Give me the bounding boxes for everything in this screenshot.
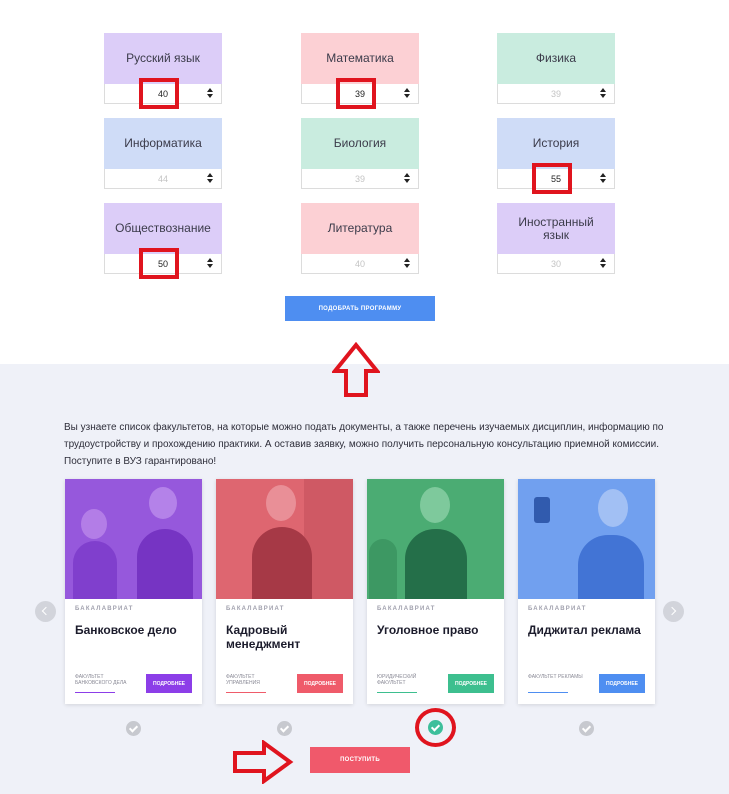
check-icon[interactable]	[579, 721, 594, 736]
spinner-arrows-icon[interactable]	[207, 173, 213, 184]
highlight-box	[139, 248, 179, 279]
subject-label: История	[497, 118, 615, 169]
subject-label: Математика	[301, 33, 419, 84]
faculty-underline	[377, 692, 417, 693]
subject-label: Литература	[301, 203, 419, 254]
program-title: Диджитал реклама	[528, 623, 641, 637]
program-card[interactable]: БАКАЛАВРИАТ Уголовное право ЮРИДИЧЕСКИЙ …	[367, 479, 504, 704]
spinner-arrows-icon[interactable]	[600, 173, 606, 184]
faculty-label: ФАКУЛЬТЕТ УПРАВЛЕНИЯ	[226, 674, 260, 686]
check-icon[interactable]	[277, 721, 292, 736]
details-button[interactable]: ПОДРОБНЕЕ	[297, 674, 343, 693]
faculty-label: ФАКУЛЬТЕТ РЕКЛАМЫ	[528, 674, 583, 680]
intro-text: Вы узнаете список факультетов, на которы…	[64, 422, 664, 467]
faculty-underline	[226, 692, 266, 693]
outline-arrow-icon	[332, 342, 380, 397]
score-input[interactable]: 39	[301, 169, 419, 189]
subject-label: Биология	[301, 118, 419, 169]
faculty-underline	[528, 692, 568, 693]
program-card[interactable]: БАКАЛАВРИАТ Диджитал реклама ФАКУЛЬТЕТ Р…	[518, 479, 655, 704]
outline-arrow-icon	[233, 740, 294, 784]
subject-label: Обществознание	[104, 203, 222, 254]
program-photo	[367, 479, 504, 599]
spinner-arrows-icon[interactable]	[600, 258, 606, 269]
program-card[interactable]: БАКАЛАВРИАТ Кадровый менеджмент ФАКУЛЬТЕ…	[216, 479, 353, 704]
score-input[interactable]: 30	[497, 254, 615, 274]
program-title: Кадровый менеджмент	[226, 623, 301, 651]
program-photo	[216, 479, 353, 599]
details-button[interactable]: ПОДРОБНЕЕ	[599, 674, 645, 693]
program-title: Банковское дело	[75, 623, 177, 637]
details-button[interactable]: ПОДРОБНЕЕ	[146, 674, 192, 693]
apply-button[interactable]: ПОСТУПИТЬ	[310, 747, 410, 773]
subject-card-foreign-language: Иностранный язык 30	[497, 203, 615, 274]
score-input[interactable]: 40	[301, 254, 419, 274]
program-photo	[65, 479, 202, 599]
spinner-arrows-icon[interactable]	[207, 88, 213, 99]
pick-program-button[interactable]: ПОДОБРАТЬ ПРОГРАММУ	[285, 296, 435, 321]
spinner-arrows-icon[interactable]	[404, 173, 410, 184]
highlight-box	[532, 163, 572, 194]
details-button[interactable]: ПОДРОБНЕЕ	[448, 674, 494, 693]
check-icon[interactable]	[126, 721, 141, 736]
program-level: БАКАЛАВРИАТ	[75, 606, 134, 612]
program-title: Уголовное право	[377, 623, 479, 637]
program-level: БАКАЛАВРИАТ	[528, 606, 587, 612]
subject-card-literature: Литература 40	[301, 203, 419, 274]
faculty-label: ФАКУЛЬТЕТ БАНКОВСКОГО ДЕЛА	[75, 674, 127, 686]
highlight-circle	[415, 708, 456, 747]
chevron-right-icon[interactable]	[663, 601, 684, 622]
score-input[interactable]: 44	[104, 169, 222, 189]
spinner-arrows-icon[interactable]	[404, 258, 410, 269]
faculty-underline	[75, 692, 115, 693]
subject-card-informatics: Информатика 44	[104, 118, 222, 189]
subject-label: Информатика	[104, 118, 222, 169]
highlight-box	[336, 78, 376, 109]
subject-card-physics: Физика 39	[497, 33, 615, 104]
subject-label: Иностранный язык	[497, 203, 615, 254]
spinner-arrows-icon[interactable]	[207, 258, 213, 269]
program-level: БАКАЛАВРИАТ	[226, 606, 285, 612]
program-photo	[518, 479, 655, 599]
subject-label: Физика	[497, 33, 615, 84]
subject-label: Русский язык	[104, 33, 222, 84]
program-card[interactable]: БАКАЛАВРИАТ Банковское дело ФАКУЛЬТЕТ БА…	[65, 479, 202, 704]
spinner-arrows-icon[interactable]	[600, 88, 606, 99]
spinner-arrows-icon[interactable]	[404, 88, 410, 99]
chevron-left-icon[interactable]	[35, 601, 56, 622]
program-level: БАКАЛАВРИАТ	[377, 606, 436, 612]
subject-card-biology: Биология 39	[301, 118, 419, 189]
highlight-box	[139, 78, 179, 109]
score-input[interactable]: 39	[497, 84, 615, 104]
faculty-label: ЮРИДИЧЕСКИЙ ФАКУЛЬТЕТ	[377, 674, 417, 686]
